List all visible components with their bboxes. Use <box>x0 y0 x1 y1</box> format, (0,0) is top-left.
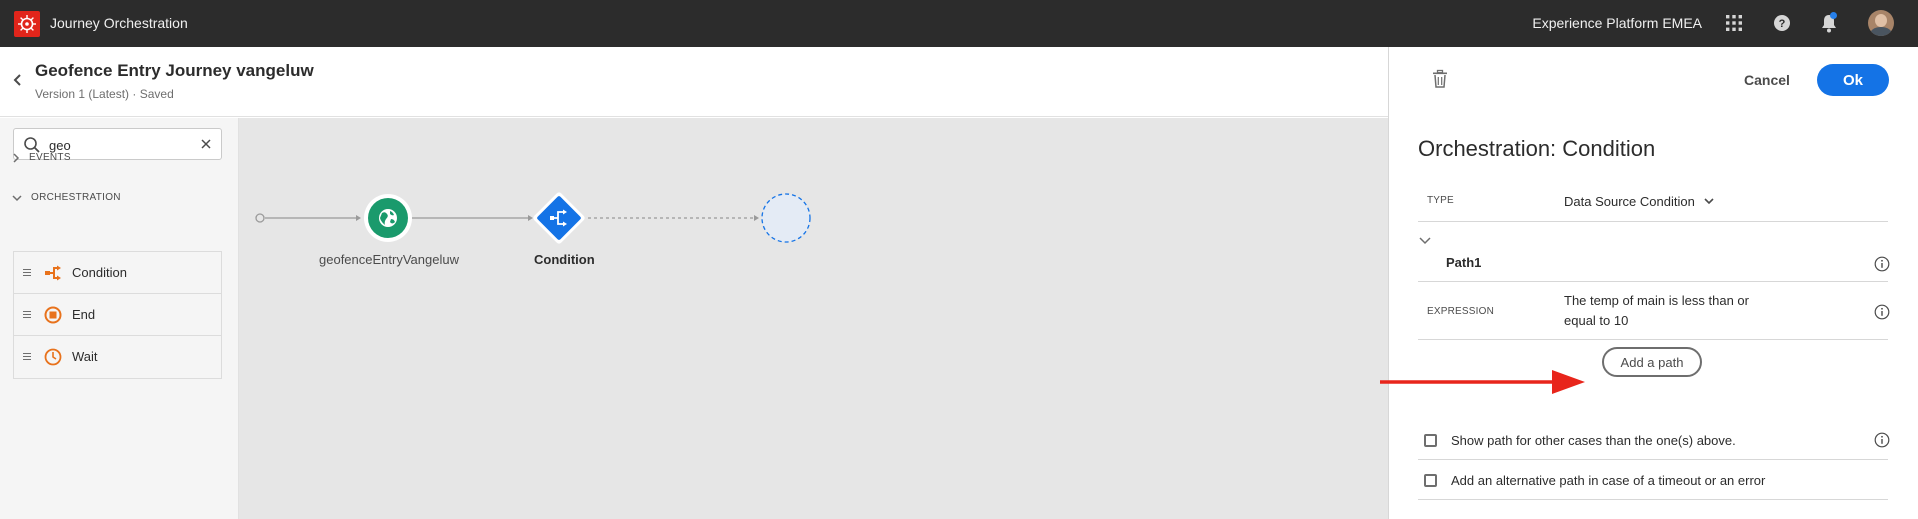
path-name[interactable]: Path1 <box>1446 255 1481 270</box>
ok-button[interactable]: Ok <box>1817 64 1889 96</box>
type-value: Data Source Condition <box>1564 194 1695 209</box>
globe-icon <box>379 209 397 227</box>
orchestration-list: Condition End Wait <box>13 251 222 379</box>
option-label: Show path for other cases than the one(s… <box>1451 433 1736 448</box>
divider <box>1418 339 1888 340</box>
drag-handle-icon[interactable] <box>23 311 31 318</box>
palette-item-wait[interactable]: Wait <box>14 336 221 378</box>
add-path-button[interactable]: Add a path <box>1602 347 1702 377</box>
org-switcher[interactable]: Experience Platform EMEA <box>1532 15 1702 31</box>
chevron-down-icon <box>12 194 22 201</box>
palette-item-label: End <box>72 307 96 322</box>
connector-arrowhead <box>356 215 361 221</box>
condition-type-dropdown[interactable]: Data Source Condition <box>1564 194 1714 209</box>
journey-canvas[interactable]: geofenceEntryVangeluw Condition <box>239 118 1388 519</box>
info-icon[interactable] <box>1874 304 1890 320</box>
search-input[interactable] <box>49 135 199 155</box>
journey-flow <box>255 191 811 245</box>
expression-label: EXPRESSION <box>1427 306 1495 317</box>
journey-header: Geofence Entry Journey vangeluw Version … <box>0 47 1388 117</box>
clear-search-icon[interactable] <box>199 137 213 151</box>
journey-version-status: Version 1 (Latest) · Saved <box>35 87 174 101</box>
timeout-error-option[interactable]: Add an alternative path in case of a tim… <box>1424 473 1765 488</box>
section-orchestration[interactable]: ORCHESTRATION <box>12 192 121 203</box>
drag-handle-icon[interactable] <box>23 269 31 276</box>
top-bar: Journey Orchestration Experience Platfor… <box>0 0 1918 47</box>
section-orchestration-label: ORCHESTRATION <box>31 192 121 203</box>
geofence-event-node[interactable] <box>364 194 412 242</box>
expression-value[interactable]: The temp of main is less than or equal t… <box>1564 291 1754 331</box>
other-cases-option[interactable]: Show path for other cases than the one(s… <box>1424 433 1736 448</box>
palette-item-end[interactable]: End <box>14 294 221 336</box>
notification-bell-icon[interactable] <box>1818 12 1840 34</box>
section-events-label: EVENTS <box>29 152 71 163</box>
empty-drop-slot[interactable] <box>761 193 811 243</box>
connector-arrowhead <box>528 215 533 221</box>
condition-icon <box>45 265 61 281</box>
info-icon[interactable] <box>1874 256 1890 272</box>
palette-item-label: Condition <box>72 265 127 280</box>
wait-clock-icon <box>44 348 62 366</box>
divider <box>1418 459 1888 460</box>
chevron-down-icon[interactable] <box>1419 237 1431 245</box>
divider <box>1418 221 1888 222</box>
connector-arrowhead <box>754 215 759 221</box>
start-point <box>255 213 265 223</box>
chevron-right-icon <box>13 152 20 163</box>
journey-title: Geofence Entry Journey vangeluw <box>35 61 314 80</box>
info-icon[interactable] <box>1874 432 1890 448</box>
help-icon[interactable]: ? <box>1771 12 1793 34</box>
divider <box>1418 499 1888 500</box>
divider <box>1418 281 1888 282</box>
end-icon <box>44 306 62 324</box>
palette-item-condition[interactable]: Condition <box>14 252 221 294</box>
activity-palette: EVENTS ORCHESTRATION Condition End <box>0 118 239 519</box>
app-title: Journey Orchestration <box>50 15 188 31</box>
delete-activity-button[interactable] <box>1431 69 1449 89</box>
svg-text:?: ? <box>1779 18 1786 30</box>
notification-badge <box>1830 12 1837 19</box>
trash-icon <box>1433 69 1447 88</box>
apps-grid-icon[interactable] <box>1723 12 1745 34</box>
checkbox[interactable] <box>1424 474 1437 487</box>
checkbox[interactable] <box>1424 434 1437 447</box>
palette-item-label: Wait <box>72 349 98 364</box>
section-events[interactable]: EVENTS <box>12 152 71 163</box>
option-label: Add an alternative path in case of a tim… <box>1451 473 1766 488</box>
adobe-logo-icon[interactable] <box>14 11 40 37</box>
annotation-arrow-icon <box>1380 370 1585 394</box>
drag-handle-icon[interactable] <box>23 353 31 360</box>
cancel-button[interactable]: Cancel <box>1735 64 1799 96</box>
node-label: Condition <box>534 252 595 267</box>
panel-title: Orchestration: Condition <box>1418 136 1656 161</box>
condition-node[interactable] <box>532 191 586 245</box>
back-arrow-icon[interactable] <box>10 71 26 89</box>
avatar[interactable] <box>1868 10 1894 36</box>
node-label: geofenceEntryVangeluw <box>319 252 459 267</box>
chevron-down-icon <box>1704 198 1714 205</box>
activity-config-panel: Cancel Ok Orchestration: Condition TYPE … <box>1388 47 1918 519</box>
type-label: TYPE <box>1427 195 1454 206</box>
